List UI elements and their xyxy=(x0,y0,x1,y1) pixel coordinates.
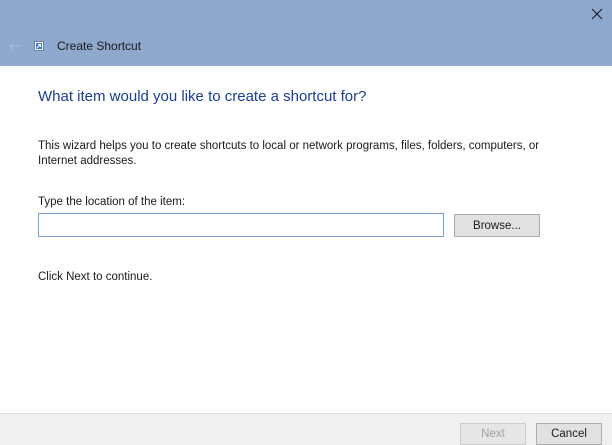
location-input[interactable] xyxy=(38,213,444,237)
create-shortcut-window: Create Shortcut What item would you like… xyxy=(0,0,612,445)
cancel-button[interactable]: Cancel xyxy=(536,423,602,445)
footer-bar: Next Cancel xyxy=(0,413,612,445)
continue-hint: Click Next to continue. xyxy=(38,271,153,283)
close-button[interactable] xyxy=(582,0,612,28)
back-button[interactable] xyxy=(7,38,23,54)
location-label: Type the location of the item: xyxy=(38,196,186,208)
shortcut-icon xyxy=(34,41,44,51)
wizard-description: This wizard helps you to create shortcut… xyxy=(38,140,540,167)
title-bar: Create Shortcut xyxy=(0,0,612,66)
window-title: Create Shortcut xyxy=(57,39,142,53)
back-arrow-icon xyxy=(9,41,20,51)
next-button[interactable]: Next xyxy=(460,423,526,445)
page-heading: What item would you like to create a sho… xyxy=(38,88,367,105)
close-icon xyxy=(591,8,603,20)
browse-button[interactable]: Browse... xyxy=(454,214,540,237)
